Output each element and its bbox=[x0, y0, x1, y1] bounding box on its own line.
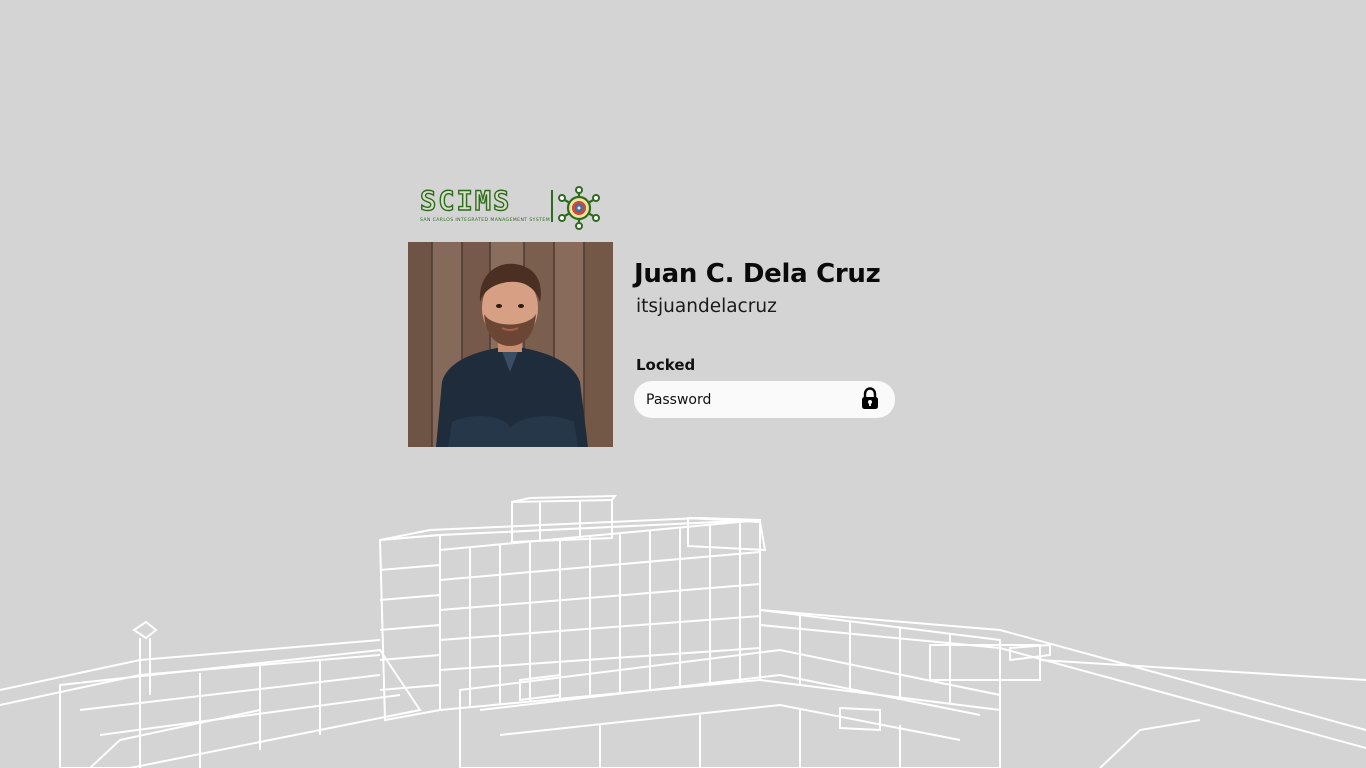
scims-logo: SCIMS SAN CARLOS INTEGRATED MANAGEMENT S… bbox=[418, 184, 603, 234]
building-backdrop bbox=[0, 494, 1366, 768]
user-name: Juan C. Dela Cruz bbox=[634, 259, 881, 289]
lock-status-label: Locked bbox=[636, 356, 696, 374]
logo-divider bbox=[551, 190, 553, 222]
city-seal-icon bbox=[558, 186, 600, 230]
logo-title: SCIMS bbox=[419, 185, 512, 217]
password-input[interactable] bbox=[644, 381, 854, 418]
lock-screen: SCIMS SAN CARLOS INTEGRATED MANAGEMENT S… bbox=[0, 0, 1366, 768]
user-handle: itsjuandelacruz bbox=[636, 296, 777, 317]
password-field-container bbox=[634, 381, 895, 418]
padlock-icon[interactable] bbox=[859, 387, 881, 411]
avatar bbox=[408, 242, 613, 447]
logo-subtitle: SAN CARLOS INTEGRATED MANAGEMENT SYSTEM bbox=[420, 218, 551, 223]
